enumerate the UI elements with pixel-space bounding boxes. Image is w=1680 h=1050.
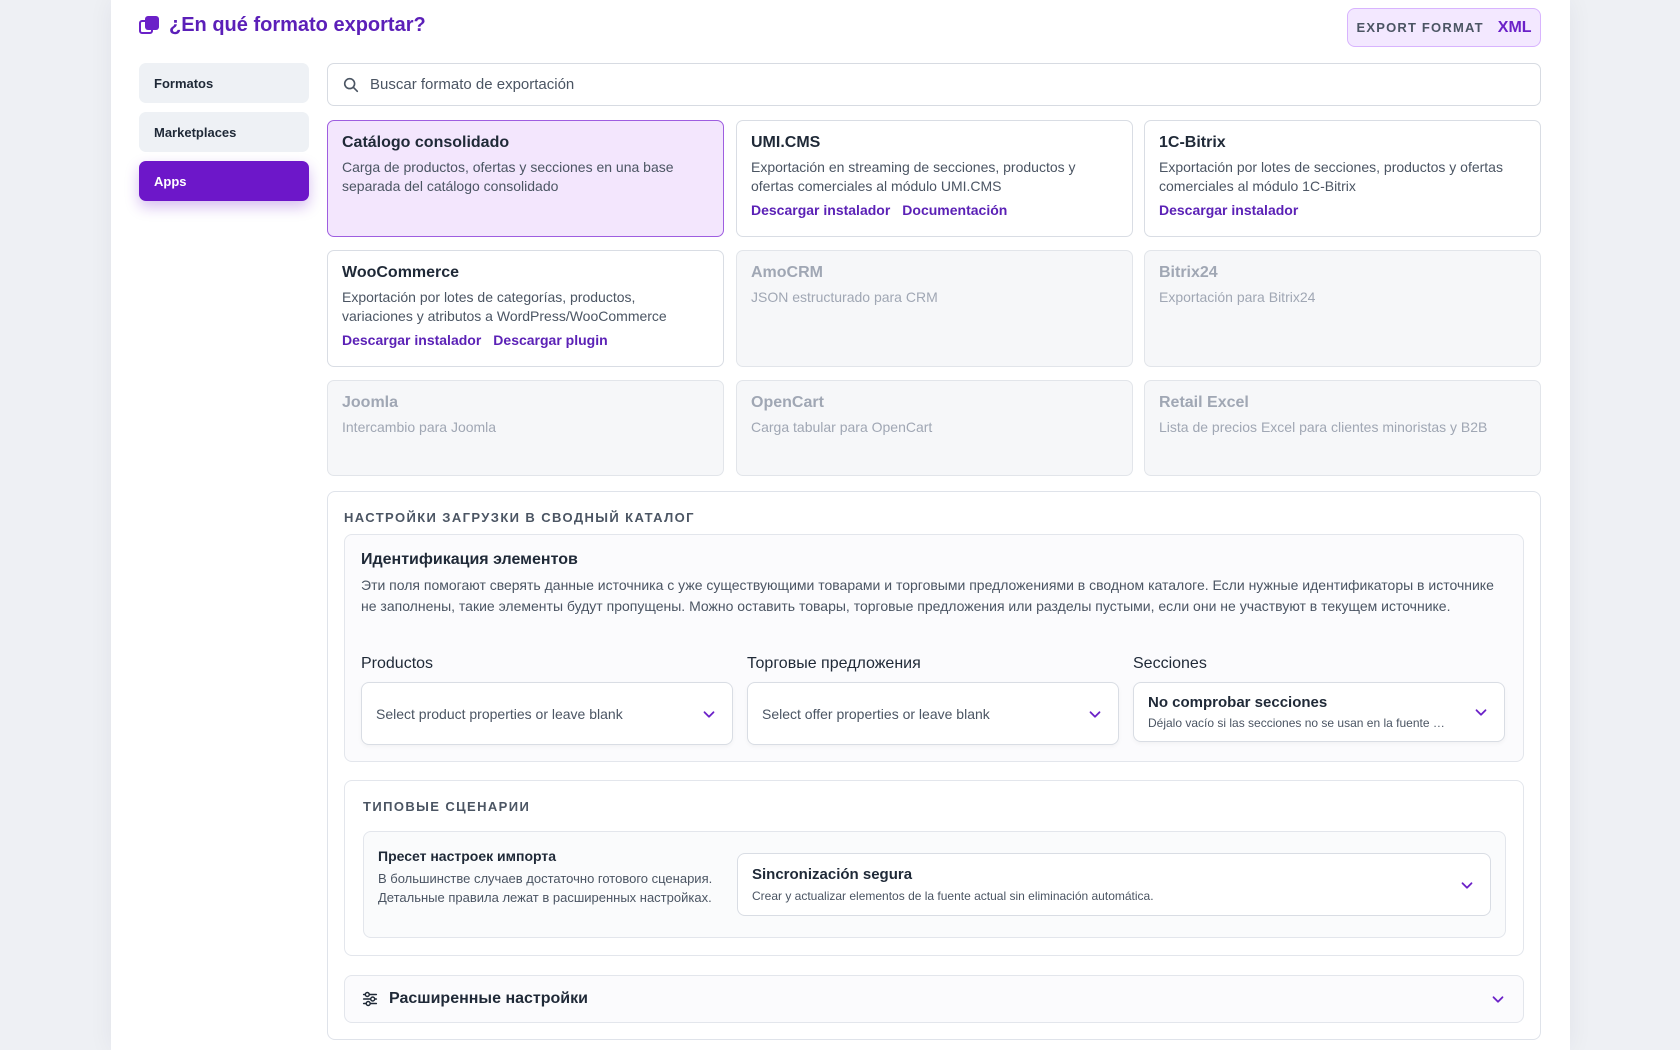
sliders-icon	[362, 991, 378, 1007]
format-card-bitrix24: Bitrix24 Exportación para Bitrix24	[1144, 250, 1541, 367]
format-card-catalogo-consolidado[interactable]: Catálogo consolidado Carga de productos,…	[327, 120, 724, 237]
format-card-umi-cms[interactable]: UMI.CMS Exportación en streaming de secc…	[736, 120, 1133, 237]
card-description: Lista de precios Excel para clientes min…	[1159, 419, 1488, 435]
chevron-down-icon	[703, 710, 715, 718]
export-format-label: EXPORT FORMAT	[1356, 20, 1484, 35]
chevron-down-icon	[1089, 710, 1101, 718]
sections-value: No comprobar secciones	[1148, 694, 1328, 711]
copy-icon	[139, 15, 159, 36]
card-title: WooCommerce	[342, 264, 460, 281]
sidebar-item-formatos[interactable]: Formatos	[139, 63, 309, 103]
section-caption: НАСТРОЙКИ ЗАГРУЗКИ В СВОДНЫЙ КАТАЛОГ	[344, 510, 695, 525]
card-description: Exportación por lotes de secciones, prod…	[1159, 159, 1503, 194]
card-description: JSON estructurado para CRM	[751, 289, 938, 305]
scenarios-caption: ТИПОВЫЕ СЦЕНАРИИ	[363, 799, 531, 814]
advanced-settings-label: Расширенные настройки	[389, 990, 588, 1007]
chevron-down-icon	[1492, 996, 1504, 1003]
preset-title: Пресет настроек импорта	[378, 848, 557, 864]
sidebar-item-label: Apps	[154, 173, 187, 189]
preset-description: В большинстве случаев достаточно готовог…	[378, 871, 713, 905]
chevron-down-icon	[1475, 709, 1487, 716]
products-label: Productos	[361, 655, 434, 672]
catalog-settings-section: НАСТРОЙКИ ЗАГРУЗКИ В СВОДНЫЙ КАТАЛОГ Иде…	[327, 491, 1541, 1040]
download-installer-link[interactable]: Descargar instalador	[751, 202, 890, 218]
card-title: 1C-Bitrix	[1159, 134, 1226, 151]
identification-box: Идентификация элементов Эти поля помогаю…	[344, 534, 1524, 762]
scenarios-box: ТИПОВЫЕ СЦЕНАРИИ Пресет настроек импорта…	[344, 780, 1524, 956]
download-installer-link[interactable]: Descargar instalador	[342, 332, 481, 348]
offers-select[interactable]: Select offer properties or leave blank	[747, 682, 1119, 745]
format-card-joomla: Joomla Intercambio para Joomla	[327, 380, 724, 476]
documentation-link[interactable]: Documentación	[902, 202, 1007, 218]
card-title: Bitrix24	[1159, 264, 1218, 281]
identification-description: Эти поля помогают сверять данные источни…	[361, 577, 1494, 614]
preset-select[interactable]: Sincronización segura Crear y actualizar…	[737, 853, 1491, 916]
preset-hint: Crear y actualizar elementos de la fuent…	[752, 889, 1154, 903]
products-select[interactable]: Select product properties or leave blank	[361, 682, 733, 745]
search-input[interactable]	[370, 76, 1470, 93]
card-title: Catálogo consolidado	[342, 134, 510, 151]
sections-hint: Déjalo vacío si las secciones no se usan…	[1148, 716, 1445, 730]
search-box	[327, 63, 1541, 106]
search-icon	[343, 77, 359, 92]
sidebar-item-marketplaces[interactable]: Marketplaces	[139, 112, 309, 152]
card-description: Exportación para Bitrix24	[1159, 289, 1316, 305]
card-description: Exportación por lotes de categorías, pro…	[342, 289, 667, 324]
advanced-settings-toggle[interactable]: Расширенные настройки	[344, 975, 1524, 1023]
chevron-down-icon	[1461, 881, 1473, 889]
offers-placeholder: Select offer properties or leave blank	[762, 705, 990, 722]
card-title: OpenCart	[751, 394, 824, 411]
products-placeholder: Select product properties or leave blank	[376, 705, 623, 722]
export-format-badge: EXPORT FORMAT XML	[1347, 8, 1541, 47]
page-header: ¿En qué formato exportar?	[139, 14, 426, 37]
offers-label: Торговые предложения	[747, 655, 921, 672]
download-plugin-link[interactable]: Descargar plugin	[493, 332, 607, 348]
sections-label: Secciones	[1133, 655, 1207, 672]
card-title: Joomla	[342, 394, 399, 411]
page-title: ¿En qué formato exportar?	[169, 14, 426, 36]
sidebar-item-apps[interactable]: Apps	[139, 161, 309, 201]
preset-box: Пресет настроек импорта В большинстве сл…	[363, 831, 1506, 938]
card-description: Exportación en streaming de secciones, p…	[751, 159, 1076, 194]
format-card-amocrm: AmoCRM JSON estructurado para CRM	[736, 250, 1133, 367]
card-description: Intercambio para Joomla	[342, 419, 497, 435]
download-installer-link[interactable]: Descargar instalador	[1159, 202, 1298, 218]
identification-title: Идентификация элементов	[361, 551, 578, 568]
preset-value: Sincronización segura	[752, 866, 913, 883]
export-format-value: XML	[1497, 18, 1532, 36]
card-title: AmoCRM	[751, 264, 823, 281]
format-card-woocommerce[interactable]: WooCommerce Exportación por lotes de cat…	[327, 250, 724, 367]
format-card-opencart: OpenCart Carga tabular para OpenCart	[736, 380, 1133, 476]
sections-select[interactable]: No comprobar secciones Déjalo vacío si l…	[1133, 682, 1505, 742]
format-card-1c-bitrix[interactable]: 1C-Bitrix Exportación por lotes de secci…	[1144, 120, 1541, 237]
format-card-retail-excel: Retail Excel Lista de precios Excel para…	[1144, 380, 1541, 476]
card-title: Retail Excel	[1159, 394, 1249, 411]
card-title: UMI.CMS	[751, 134, 821, 151]
card-description: Carga de productos, ofertas y secciones …	[342, 159, 674, 194]
sidebar-item-label: Formatos	[154, 75, 214, 91]
sidebar-item-label: Marketplaces	[154, 124, 237, 140]
card-description: Carga tabular para OpenCart	[751, 419, 933, 435]
